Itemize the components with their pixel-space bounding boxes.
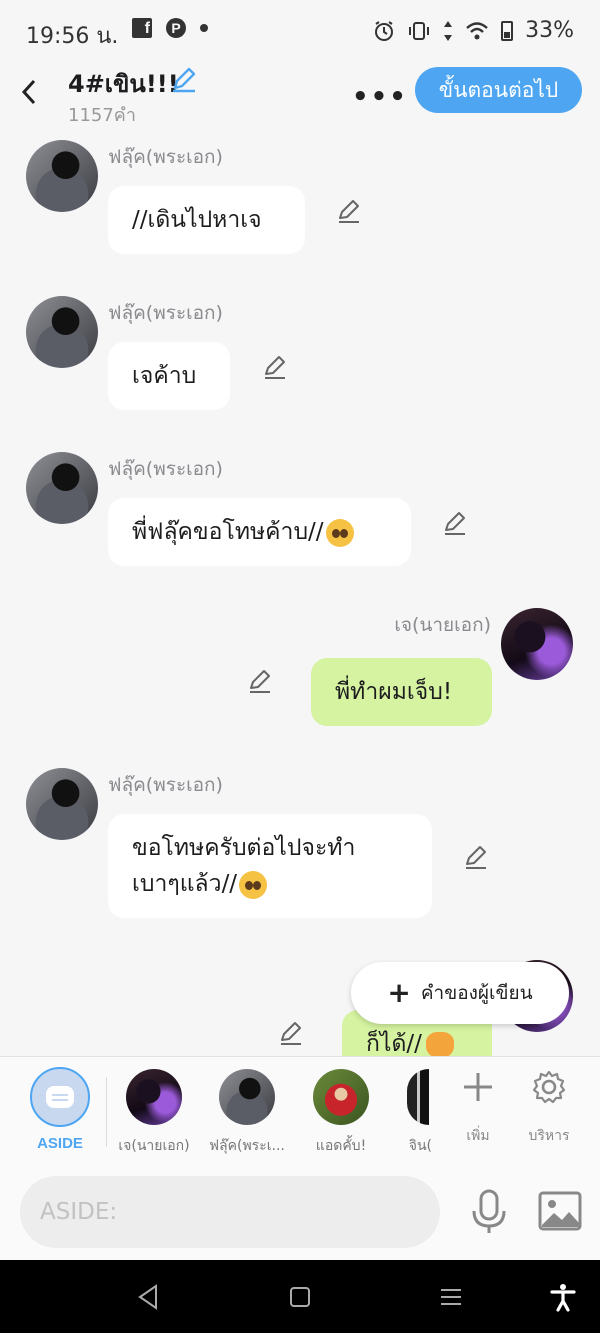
avatar-fluke[interactable]	[26, 768, 98, 840]
pinterest-icon: P	[166, 18, 186, 38]
back-nav-icon[interactable]	[134, 1282, 164, 1312]
angry-cat-emoji	[425, 1031, 454, 1056]
add-character-button[interactable]	[458, 1067, 498, 1107]
avatar-fluke[interactable]	[26, 140, 98, 212]
message-bubble[interactable]: ขอโทษครับต่อไปจะทำ เบาๆแล้ว//	[108, 814, 432, 918]
character-avatar-fluke[interactable]	[219, 1069, 275, 1125]
pleading-face-emoji	[325, 518, 354, 547]
aside-label: ASIDE	[37, 1135, 83, 1152]
plus-icon	[464, 1073, 492, 1101]
character-label: จิน(	[408, 1138, 432, 1154]
manage-characters-label: บริหาร	[528, 1128, 570, 1144]
system-icons: 33%	[373, 18, 574, 43]
gear-icon	[532, 1070, 566, 1104]
edit-message-icon[interactable]	[247, 668, 273, 694]
message-text-line: เบาๆแล้ว//	[132, 871, 238, 897]
wifi-icon	[466, 21, 488, 39]
alarm-icon	[375, 20, 394, 41]
message-bubble[interactable]: พี่ฟลุ๊คขอโทษค้าบ//	[108, 498, 411, 566]
message-text: พี่ทำผมเจ็บ!	[335, 679, 453, 705]
word-count: 1157คำ	[68, 105, 136, 126]
aside-chip[interactable]	[30, 1067, 90, 1127]
status-bar: 19:56 น. f P 33%	[0, 0, 600, 64]
edit-title-icon[interactable]	[170, 66, 198, 94]
edit-message-icon[interactable]	[278, 1020, 304, 1046]
message-sender: เจ(นายเอก)	[394, 614, 491, 636]
more-options-button[interactable]: •••	[352, 82, 408, 112]
story-header: 4#เขิน!!! 1157คำ ••• ขั้นตอนต่อไป	[0, 64, 600, 128]
avatar-j[interactable]	[501, 608, 573, 680]
message-sender: ฟลุ๊ค(พระเอก)	[108, 146, 223, 168]
message-text: พี่ฟลุ๊คขอโทษค้าบ//	[132, 519, 324, 545]
message-text-line: ขอโทษครับต่อไปจะทำ	[132, 835, 356, 861]
narration-icon	[46, 1086, 74, 1108]
recents-nav-icon[interactable]	[436, 1282, 466, 1312]
manage-characters-button[interactable]	[529, 1067, 569, 1107]
status-time: 19:56 น.	[26, 24, 119, 49]
character-label: ฟลุ๊ค(พระเ...	[209, 1138, 285, 1154]
character-label: แอดคั้บ!	[315, 1138, 367, 1154]
pleading-face-emoji	[239, 870, 268, 899]
story-title: 4#เขิน!!!	[68, 70, 179, 98]
vibrate-icon	[409, 21, 430, 40]
message-sender: ฟลุ๊ค(พระเอก)	[108, 774, 223, 796]
chevron-left-icon	[21, 79, 36, 105]
message-sender: ฟลุ๊ค(พระเอก)	[108, 458, 223, 480]
character-avatar-j[interactable]	[126, 1069, 182, 1125]
chat-area[interactable]: ฟลุ๊ค(พระเอก) //เดินไปหาเจ ฟลุ๊ค(พระเอก)…	[0, 128, 600, 1056]
message-sender: ฟลุ๊ค(พระเอก)	[108, 302, 223, 324]
edit-message-icon[interactable]	[262, 354, 288, 380]
message-input-bar	[0, 1165, 600, 1260]
edit-message-icon[interactable]	[463, 844, 489, 870]
message-bubble[interactable]: เจค้าบ	[108, 342, 230, 410]
message-input[interactable]	[20, 1176, 440, 1248]
battery-percent: 33%	[525, 18, 574, 43]
message-bubble[interactable]: พี่ทำผมเจ็บ!	[311, 658, 492, 726]
back-button[interactable]	[14, 72, 44, 112]
add-character-label: เพิ่ม	[466, 1128, 490, 1144]
character-avatar-jin[interactable]	[407, 1069, 429, 1125]
home-nav-icon[interactable]	[285, 1282, 315, 1312]
author-note-label: คำของผู้เขียน	[420, 982, 533, 1004]
edit-message-icon[interactable]	[336, 198, 362, 224]
system-navigation-bar	[0, 1260, 600, 1333]
microphone-icon[interactable]	[468, 1189, 510, 1235]
message-bubble[interactable]: //เดินไปหาเจ	[108, 186, 305, 254]
image-upload-icon[interactable]	[538, 1191, 582, 1231]
message-text: ก็ได้//	[366, 1031, 422, 1056]
character-label: เจ(นายเอก)	[118, 1138, 190, 1154]
next-step-button[interactable]: ขั้นตอนต่อไป	[415, 67, 582, 113]
accessibility-icon[interactable]	[548, 1282, 578, 1312]
dot-icon	[200, 24, 208, 32]
battery-icon	[501, 20, 514, 41]
message-text: //เดินไปหาเจ	[132, 207, 262, 233]
character-picker: ASIDE เจ(นายเอก) ฟลุ๊ค(พระเ... แอดคั้บ! …	[0, 1056, 600, 1166]
plus-icon: +	[387, 976, 411, 1009]
avatar-fluke[interactable]	[26, 296, 98, 368]
notification-icons: f P	[132, 18, 208, 38]
data-arrows-icon	[444, 20, 453, 41]
facebook-icon: f	[132, 18, 152, 38]
author-note-button[interactable]: + คำของผู้เขียน	[351, 962, 569, 1024]
avatar-fluke[interactable]	[26, 452, 98, 524]
message-text: เจค้าบ	[132, 363, 197, 389]
edit-message-icon[interactable]	[442, 510, 468, 536]
character-avatar-ad[interactable]	[313, 1069, 369, 1125]
